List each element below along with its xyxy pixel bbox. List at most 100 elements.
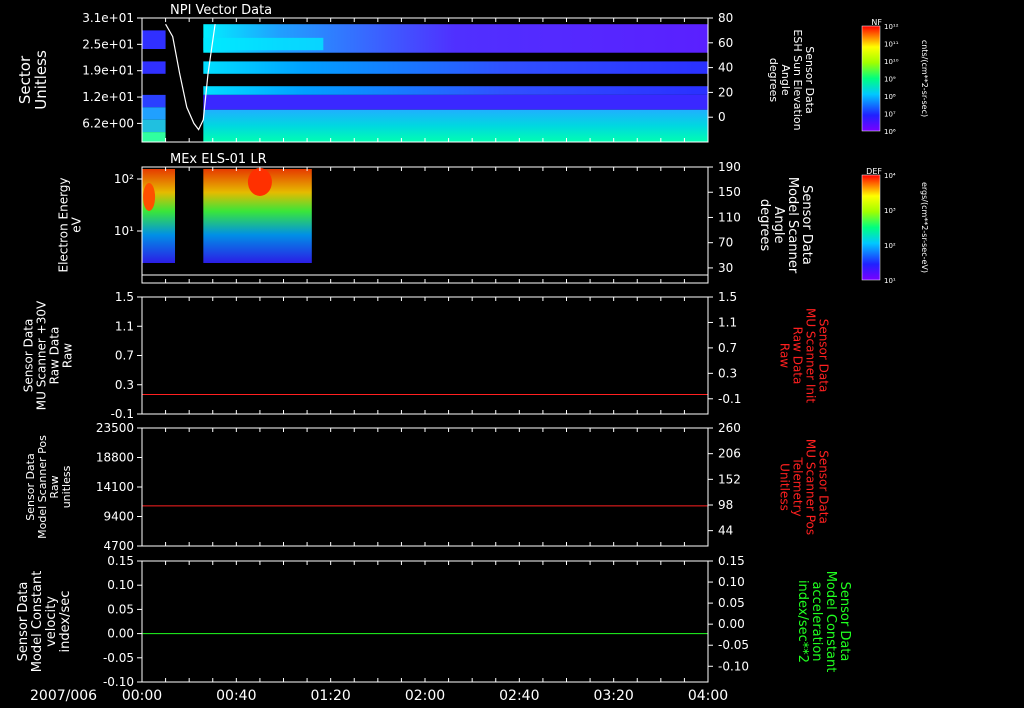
colorbar-2: DEF 10⁴ 10³ 10² 10¹ ergs/(cm**2-sr-sec-eV)	[861, 167, 929, 285]
right-tick-label: 150	[718, 185, 741, 199]
colorbar-tick-label: 10¹	[884, 277, 896, 285]
right-tick-label: 0.10	[718, 575, 745, 589]
panel-title: MEx ELS-01 LR	[170, 152, 267, 167]
left-tick-label: 9400	[103, 510, 134, 524]
sector-band-right	[203, 94, 709, 110]
right-tick-label: 1.1	[718, 315, 737, 329]
colorbar-tick-label: 10⁴	[884, 172, 896, 180]
time-tick-label: 03:20	[593, 688, 633, 704]
sector-band-right	[203, 86, 709, 95]
panel-2: 10² 10¹ 190 150 110 70 30 MEx ELS-01 LR Electron…	[57, 152, 814, 284]
colorbar-tick-label: 10²	[884, 242, 896, 250]
right-tick-label: 0.15	[718, 554, 745, 568]
left-tick-label: 10²	[114, 172, 134, 186]
left-tick-label: 3.1e+01	[82, 11, 134, 25]
right-tick-label: 40	[718, 61, 733, 75]
left-tick-label: 0.15	[107, 554, 134, 568]
left-tick-label: 1.9e+01	[82, 64, 134, 78]
right-tick-label: 110	[718, 210, 741, 224]
sector-band-right	[203, 61, 709, 74]
colorbar-tick-label: 10¹¹	[884, 41, 899, 49]
right-tick-label: 44	[718, 524, 733, 538]
sector-band-left	[142, 94, 166, 108]
multi-panel-plot: 3.1e+01 2.5e+01 1.9e+01 1.2e+01 6.2e+00 80 60 4…	[16, 3, 929, 704]
sector-band-left	[142, 107, 166, 120]
colorbar-tick-label: 10⁸	[884, 93, 896, 101]
right-tick-label: 190	[718, 160, 741, 174]
sector-band-left	[142, 119, 166, 133]
els-intensity-peak	[143, 183, 156, 211]
left-tick-label: 1.2e+01	[82, 90, 134, 104]
colorbar-tick-label: 10¹⁰	[884, 58, 899, 66]
right-axis-label: Sensor DataModel Constantaccelerationind…	[795, 571, 852, 673]
left-tick-label: -0.10	[103, 675, 134, 689]
right-tick-label: 0.7	[718, 341, 737, 355]
panel-title: NPI Vector Data	[170, 3, 272, 18]
right-tick-label: -0.05	[718, 638, 749, 652]
colorbar-units: cnts/(cm**2-sr-sec)	[920, 40, 929, 117]
left-tick-label: 0.10	[107, 578, 134, 592]
time-tick-label: 01:20	[310, 688, 350, 704]
colorbar-tick-label: 10¹²	[884, 23, 899, 31]
left-axis-label: Sensor DataMU Scanner +30VRaw DataRaw	[22, 300, 75, 410]
sector-band-left	[142, 30, 166, 49]
left-axis-label: SectorUnitless	[16, 50, 50, 110]
left-tick-label: -0.05	[103, 651, 134, 665]
left-axis-label: Electron EnergyeV	[57, 177, 84, 272]
sector-band-left	[142, 61, 166, 74]
right-tick-label: 0.3	[718, 366, 737, 380]
panel-frame	[141, 560, 709, 683]
left-tick-label: 14100	[96, 480, 134, 494]
right-tick-label: 30	[718, 261, 733, 275]
left-tick-label: -0.1	[111, 407, 134, 421]
right-tick-label: -0.1	[718, 392, 741, 406]
sector-hotspot	[203, 37, 324, 51]
colorbar-tick-label: 10⁶	[884, 128, 896, 136]
time-tick-label: 00:00	[122, 688, 162, 704]
left-axis-label: Sensor DataModel Constantvelocityindex/s…	[16, 571, 73, 673]
date-label: 2007/006	[30, 688, 97, 704]
time-tick-label: 02:00	[405, 688, 445, 704]
right-tick-label: 80	[718, 11, 733, 25]
right-tick-label: 70	[718, 236, 733, 250]
panel-5: 0.15 0.10 0.05 0.00 -0.05 -0.10 0.15 0.10 0.05 0.…	[16, 554, 852, 689]
panel-1: 3.1e+01 2.5e+01 1.9e+01 1.2e+01 6.2e+00 80 60 4…	[16, 3, 816, 143]
left-tick-label: 10¹	[114, 224, 134, 238]
left-tick-label: 18800	[96, 451, 134, 465]
right-tick-label: 260	[718, 421, 741, 435]
left-tick-label: 0.7	[115, 349, 134, 363]
right-tick-label: 1.5	[718, 290, 737, 304]
left-tick-label: 0.05	[107, 602, 134, 616]
colorbar-title: DEF	[866, 167, 882, 176]
left-tick-label: 23500	[96, 421, 134, 435]
left-tick-label: 2.5e+01	[82, 37, 134, 51]
sector-band-left	[142, 132, 166, 142]
left-axis-label: Sensor DataModel Scanner PosRawunitless	[24, 435, 73, 539]
colorbar-tick-label: 10³	[884, 207, 896, 215]
els-intensity-peak	[247, 168, 272, 196]
els-spectrogram-block	[142, 169, 176, 263]
colorbar-tick-label: 10⁷	[884, 111, 896, 119]
right-tick-label: 152	[718, 472, 741, 486]
right-axis-label: Sensor DataESH Sun ElevationAngledegrees	[767, 29, 816, 130]
colorbar-units: ergs/(cm**2-sr-sec-eV)	[920, 182, 929, 273]
colorbar-gradient	[861, 25, 881, 132]
right-axis-label: Sensor DataMU Scanner PosTelemetryUnitle…	[778, 439, 831, 535]
left-tick-label: 0.00	[107, 627, 134, 641]
right-tick-label: 206	[718, 447, 741, 461]
left-tick-label: 1.5	[115, 290, 134, 304]
left-tick-label: 6.2e+00	[82, 116, 134, 130]
right-axis-label: Sensor DataModel ScannerAngledegrees	[757, 177, 814, 274]
right-tick-label: 20	[718, 85, 733, 99]
colorbar-tick-label: 10⁹	[884, 76, 896, 84]
panel-frame	[141, 427, 709, 547]
time-tick-label: 04:00	[688, 688, 728, 704]
left-tick-label: 4700	[103, 539, 134, 553]
right-tick-label: 0.05	[718, 596, 745, 610]
colorbar-gradient	[861, 174, 881, 281]
colorbar-title: NF	[871, 18, 882, 27]
panel-frame	[141, 296, 709, 415]
colorbar-1: NF 10¹² 10¹¹ 10¹⁰ 10⁹ 10⁸ 10⁷ 10⁶ cnts/(cm**2-sr…	[861, 18, 929, 136]
right-tick-label: 60	[718, 36, 733, 50]
time-tick-label: 00:40	[216, 688, 256, 704]
